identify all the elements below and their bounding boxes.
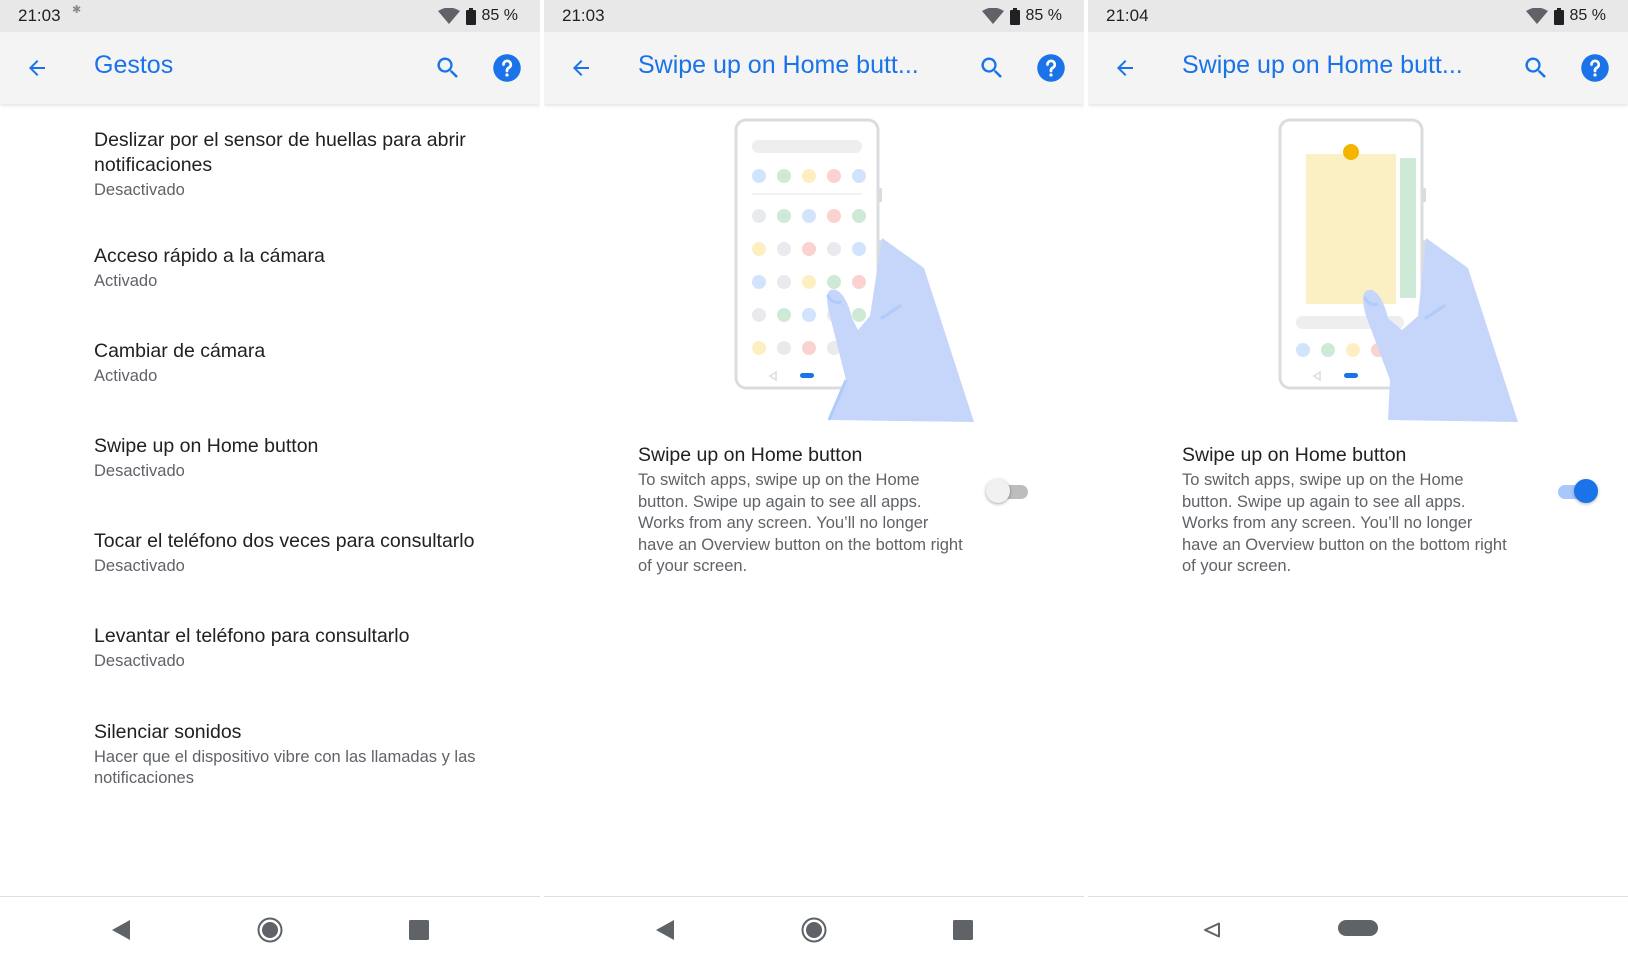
back-triangle-icon[interactable] [654,919,676,941]
navigation-bar [544,896,1084,960]
preference-summary: To switch apps, swipe up on the Home but… [638,471,963,575]
screenshot-composite: 21:03 ✱ 85 % Gestos Deslizar por el sens… [0,0,1628,960]
help-icon[interactable] [492,53,522,83]
item-summary: Activado [94,367,158,385]
swipe-up-settings-screen-on: 21:04 85 % Swipe up on Home butt... Swip… [1088,0,1628,960]
preference-summary: To switch apps, swipe up on the Home but… [1182,471,1507,575]
status-time: 21:03 [18,6,61,25]
switch-thumb [986,479,1010,503]
search-icon[interactable] [978,54,1006,82]
battery-icon [1009,7,1020,25]
navigation-bar [0,896,540,960]
item-summary: Desactivado [94,557,185,575]
swipe-up-toggle-switch[interactable] [1554,478,1598,504]
back-triangle-icon[interactable] [110,919,132,941]
status-bar: 21:03 ✱ 85 % [0,0,540,32]
page-title: Swipe up on Home butt... [638,51,919,79]
swipe-up-preference[interactable]: Swipe up on Home button To switch apps, … [638,443,1048,578]
item-title: Tocar el teléfono dos veces para consult… [94,530,475,552]
home-pill-icon[interactable] [1338,920,1378,936]
battery-icon [465,7,476,25]
swipe-up-preference[interactable]: Swipe up on Home button To switch apps, … [1182,443,1592,578]
item-summary: Desactivado [94,462,185,480]
item-title: Silenciar sonidos [94,721,242,743]
preference-title: Swipe up on Home button [1182,444,1407,466]
battery-icon [1553,7,1564,25]
item-title: Swipe up on Home button [94,435,319,457]
recents-square-icon[interactable] [409,920,429,940]
switch-thumb [1574,479,1598,503]
list-item[interactable]: Levantar el teléfono para consultarlo De… [94,624,514,672]
list-item[interactable]: Cambiar de cámara Activado [94,339,514,387]
status-indicators: 85 % [437,6,518,26]
gestures-settings-screen: 21:03 ✱ 85 % Gestos Deslizar por el sens… [0,0,540,960]
wifi-icon [981,8,1004,24]
item-title: Cambiar de cámara [94,340,266,362]
notification-dot [1343,144,1359,160]
back-outline-icon[interactable] [1203,922,1221,938]
item-title: Acceso rápido a la cámara [94,245,325,267]
item-summary: Desactivado [94,181,185,199]
home-circle-icon[interactable] [257,917,283,943]
help-icon[interactable] [1580,53,1610,83]
status-indicators: 85 % [1525,6,1606,26]
debug-notification-icon: ✱ [72,4,82,16]
wifi-icon [1525,8,1548,24]
app-bar: Swipe up on Home butt... [544,32,1084,104]
item-title: Levantar el teléfono para consultarlo [94,625,410,647]
navigation-bar [1088,896,1628,960]
item-summary: Desactivado [94,652,185,670]
search-icon[interactable] [434,54,462,82]
arrow-back-icon[interactable] [569,56,593,80]
status-time: 21:03 [562,6,605,25]
list-item[interactable]: Silenciar sonidos Hacer que el dispositi… [94,720,514,789]
wifi-icon [437,8,460,24]
status-bar: 21:03 85 % [544,0,1084,32]
item-summary: Hacer que el dispositivo vibre con las l… [94,748,476,787]
battery-percent: 85 % [1569,7,1606,24]
app-bar: Gestos [0,32,540,104]
list-item[interactable]: Deslizar por el sensor de huellas para a… [94,128,514,201]
battery-percent: 85 % [481,7,518,24]
page-title: Gestos [94,51,174,79]
battery-percent: 85 % [1025,7,1062,24]
arrow-back-icon[interactable] [25,56,49,80]
item-summary: Activado [94,272,158,290]
gesture-illustration-app-grid [734,118,974,422]
status-indicators: 85 % [981,6,1062,26]
gesture-illustration-overview [1278,118,1518,422]
item-title: Deslizar por el sensor de huellas para a… [94,129,466,176]
search-icon[interactable] [1522,54,1550,82]
recents-square-icon[interactable] [953,920,973,940]
app-bar: Swipe up on Home butt... [1088,32,1628,104]
preference-title: Swipe up on Home button [638,444,863,466]
arrow-back-icon[interactable] [1113,56,1137,80]
status-time: 21:04 [1106,6,1149,25]
status-bar: 21:04 85 % [1088,0,1628,32]
home-circle-icon[interactable] [801,917,827,943]
swipe-up-toggle-switch[interactable] [986,478,1030,504]
list-item[interactable]: Acceso rápido a la cámara Activado [94,244,514,292]
help-icon[interactable] [1036,53,1066,83]
swipe-up-settings-screen-off: 21:03 85 % Swipe up on Home butt... Swip… [544,0,1084,960]
page-title: Swipe up on Home butt... [1182,51,1463,79]
list-item[interactable]: Tocar el teléfono dos veces para consult… [94,529,514,577]
list-item[interactable]: Swipe up on Home button Desactivado [94,434,514,482]
